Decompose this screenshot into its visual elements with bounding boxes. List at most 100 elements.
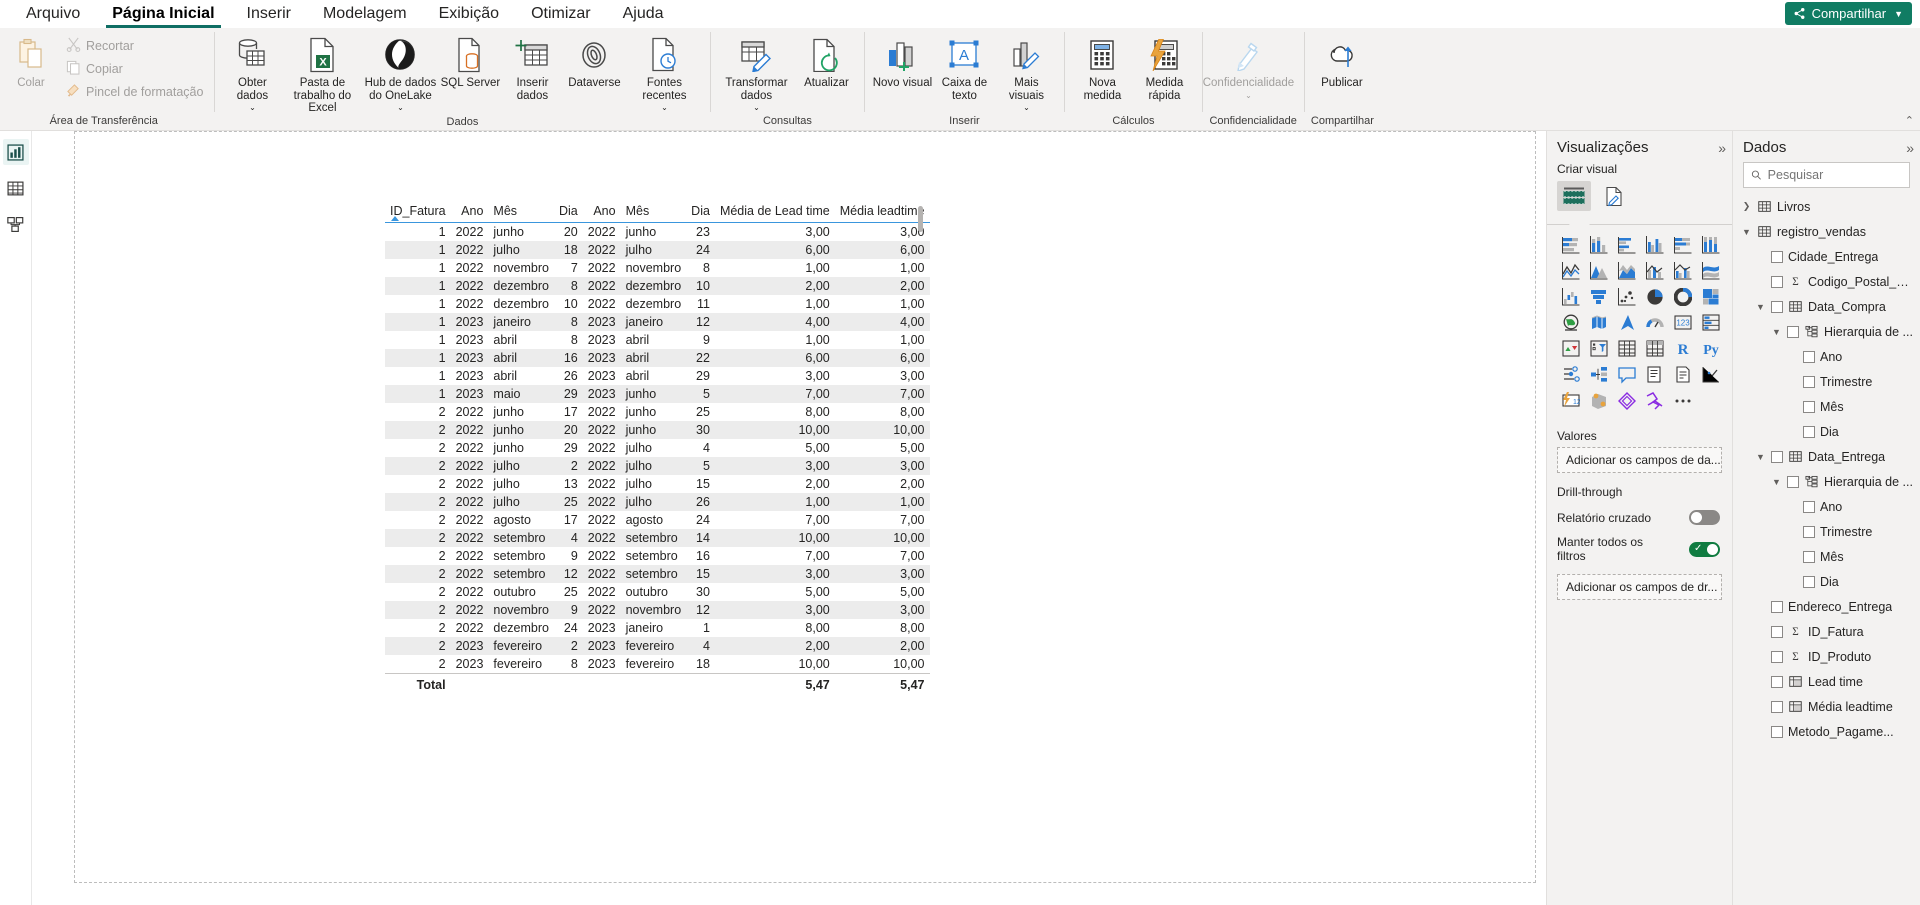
table-row[interactable]: 1 2022 dezembro 8 2022 dezembro 10 2,00 2,00 bbox=[385, 277, 930, 295]
chevron-down-icon[interactable]: ▼ bbox=[1771, 477, 1782, 487]
field-tree-item[interactable]: ›Trimestre bbox=[1733, 369, 1920, 394]
field-tree-item[interactable]: ›Metodo_Pagame... bbox=[1733, 719, 1920, 744]
chevron-down-icon[interactable]: ⌄ bbox=[1023, 104, 1030, 112]
chevrons-right-icon[interactable]: » bbox=[1718, 140, 1726, 156]
table-column-header[interactable]: Média de Lead time bbox=[714, 202, 835, 223]
table-row[interactable]: 2 2022 julho 25 2022 julho 26 1,00 1,00 bbox=[385, 493, 930, 511]
ribbon-chart-icon[interactable] bbox=[1697, 259, 1724, 283]
table-row[interactable]: 2 2022 setembro 4 2022 setembro 14 10,00 10,00 bbox=[385, 529, 930, 547]
stacked-area-chart-icon[interactable] bbox=[1613, 259, 1640, 283]
field-tree-item[interactable]: ›Dia bbox=[1733, 419, 1920, 444]
ribbon-tab-arquivo[interactable]: Arquivo bbox=[10, 3, 96, 28]
table-column-header[interactable]: Dia bbox=[686, 202, 715, 223]
table-row[interactable]: 1 2023 abril 26 2023 abril 29 3,00 3,00 bbox=[385, 367, 930, 385]
field-tree-item[interactable]: ▼ Hierarquia de ... bbox=[1733, 319, 1920, 344]
table-row[interactable]: 2 2022 junho 20 2022 junho 30 10,00 10,00 bbox=[385, 421, 930, 439]
chevron-down-icon[interactable]: ▼ bbox=[1771, 327, 1782, 337]
field-checkbox[interactable] bbox=[1771, 675, 1783, 688]
nova-medida-button[interactable]: Nova medida bbox=[1071, 31, 1133, 102]
field-checkbox[interactable] bbox=[1771, 300, 1783, 313]
field-checkbox[interactable] bbox=[1803, 375, 1815, 388]
table-row[interactable]: 1 2022 junho 20 2022 junho 23 3,00 3,00 bbox=[385, 223, 930, 242]
recortar-button[interactable]: Recortar bbox=[62, 36, 207, 56]
gauge-chart-icon[interactable] bbox=[1641, 311, 1668, 335]
field-checkbox[interactable] bbox=[1803, 350, 1815, 363]
search-input[interactable] bbox=[1767, 168, 1902, 182]
field-tree-item[interactable]: ›Mês bbox=[1733, 394, 1920, 419]
card-icon[interactable]: 123 bbox=[1669, 311, 1696, 335]
table-row[interactable]: 2 2022 julho 2 2022 julho 5 3,00 3,00 bbox=[385, 457, 930, 475]
table-row[interactable]: 2 2022 junho 29 2022 julho 4 5,00 5,00 bbox=[385, 439, 930, 457]
chevron-down-icon[interactable]: ⌄ bbox=[249, 104, 256, 112]
field-checkbox[interactable] bbox=[1771, 600, 1783, 613]
field-checkbox[interactable] bbox=[1771, 275, 1783, 288]
caixa-de-texto-button[interactable]: A Caixa de texto bbox=[933, 31, 995, 102]
medida-rpida-button[interactable]: Medida rápida bbox=[1133, 31, 1195, 102]
metrics-icon[interactable] bbox=[1697, 363, 1724, 387]
field-checkbox[interactable] bbox=[1803, 425, 1815, 438]
field-checkbox[interactable] bbox=[1771, 650, 1783, 663]
table-column-header[interactable]: Ano bbox=[450, 202, 489, 223]
table-scrollbar-thumb[interactable] bbox=[918, 206, 923, 232]
transformar-dados-button[interactable]: Transformar dados ⌄ bbox=[717, 31, 795, 112]
field-tree-item[interactable]: ›Ano bbox=[1733, 494, 1920, 519]
pie-chart-icon[interactable] bbox=[1641, 285, 1668, 309]
chevron-down-icon[interactable]: ⌄ bbox=[397, 104, 404, 112]
slicer-icon[interactable] bbox=[1585, 337, 1612, 361]
map-icon[interactable] bbox=[1557, 311, 1584, 335]
field-checkbox[interactable] bbox=[1771, 250, 1783, 263]
table-column-header[interactable]: Mês bbox=[620, 202, 687, 223]
values-dropzone[interactable]: Adicionar os campos de da... bbox=[1557, 447, 1722, 473]
chevron-down-icon[interactable]: ⌄ bbox=[1245, 91, 1252, 100]
line-stacked-column-chart-icon[interactable] bbox=[1641, 259, 1668, 283]
chevron-down-icon[interactable]: ⌄ bbox=[753, 104, 760, 112]
stacked-column-chart-icon[interactable] bbox=[1585, 233, 1612, 257]
chevron-down-icon[interactable]: ▼ bbox=[1755, 302, 1766, 312]
narrative-icon[interactable] bbox=[1641, 363, 1668, 387]
novo-visual-button[interactable]: Novo visual bbox=[871, 31, 933, 90]
keep-all-filters-toggle[interactable]: ✓ bbox=[1689, 541, 1720, 557]
100-stacked-bar-chart-icon[interactable] bbox=[1669, 233, 1696, 257]
field-checkbox[interactable] bbox=[1787, 325, 1799, 338]
azure-map-icon[interactable] bbox=[1613, 311, 1640, 335]
field-tree-item[interactable]: ❯ Livros bbox=[1733, 194, 1920, 219]
field-tree-item[interactable]: ▼ Data_Compra bbox=[1733, 294, 1920, 319]
clustered-bar-chart-icon[interactable] bbox=[1613, 233, 1640, 257]
field-tree-item[interactable]: ›Trimestre bbox=[1733, 519, 1920, 544]
table-row[interactable]: 2 2023 fevereiro 2 2023 fevereiro 4 2,00 2,00 bbox=[385, 637, 930, 655]
search-box[interactable] bbox=[1743, 162, 1910, 188]
table-row[interactable]: 2 2022 outubro 25 2022 outubro 30 5,00 5,00 bbox=[385, 583, 930, 601]
line-chart-icon[interactable] bbox=[1557, 259, 1584, 283]
field-tree-item[interactable]: ›Cidade_Entrega bbox=[1733, 244, 1920, 269]
clustered-column-chart-icon[interactable] bbox=[1641, 233, 1668, 257]
field-tree-item[interactable]: ›Dia bbox=[1733, 569, 1920, 594]
build-visual-button[interactable] bbox=[1557, 181, 1591, 211]
ribbon-tab-página-inicial[interactable]: Página Inicial bbox=[96, 3, 230, 28]
table-row[interactable]: 2 2022 dezembro 24 2023 janeiro 1 8,00 8,00 bbox=[385, 619, 930, 637]
field-tree-item[interactable]: ›Mês bbox=[1733, 544, 1920, 569]
field-tree-item[interactable]: › Média leadtime bbox=[1733, 694, 1920, 719]
ribbon-tab-exibição[interactable]: Exibição bbox=[423, 3, 515, 28]
table-column-header[interactable]: Média leadtime bbox=[834, 202, 930, 223]
chevrons-right-icon[interactable]: » bbox=[1906, 140, 1914, 156]
decomposition-tree-icon[interactable] bbox=[1585, 363, 1612, 387]
paginated-report-icon[interactable] bbox=[1669, 363, 1696, 387]
pincel-de-formatacco-button[interactable]: Pincel de formatação bbox=[62, 82, 207, 102]
funnel-chart-icon[interactable] bbox=[1585, 285, 1612, 309]
table-column-header[interactable]: ID_Fatura bbox=[385, 202, 451, 223]
table-row[interactable]: 2 2022 julho 13 2022 julho 15 2,00 2,00 bbox=[385, 475, 930, 493]
table-row[interactable]: 1 2023 abril 16 2023 abril 22 6,00 6,00 bbox=[385, 349, 930, 367]
table-icon[interactable] bbox=[1613, 337, 1640, 361]
table-column-header[interactable]: Mês bbox=[488, 202, 554, 223]
waterfall-chart-icon[interactable] bbox=[1557, 285, 1584, 309]
model-view-button[interactable] bbox=[3, 211, 29, 237]
field-checkbox[interactable] bbox=[1771, 725, 1783, 738]
table-row[interactable]: 1 2023 maio 29 2023 junho 5 7,00 7,00 bbox=[385, 385, 930, 403]
hub-de-dados-do-onelake-button[interactable]: Hub de dados do OneLake ⌄ bbox=[361, 31, 439, 112]
python-visual-icon[interactable]: Py bbox=[1697, 337, 1724, 361]
report-view-button[interactable] bbox=[2, 139, 29, 165]
field-checkbox[interactable] bbox=[1803, 400, 1815, 413]
donut-chart-icon[interactable] bbox=[1669, 285, 1696, 309]
more-options-icon[interactable] bbox=[1669, 389, 1696, 413]
kpi-icon[interactable] bbox=[1557, 337, 1584, 361]
